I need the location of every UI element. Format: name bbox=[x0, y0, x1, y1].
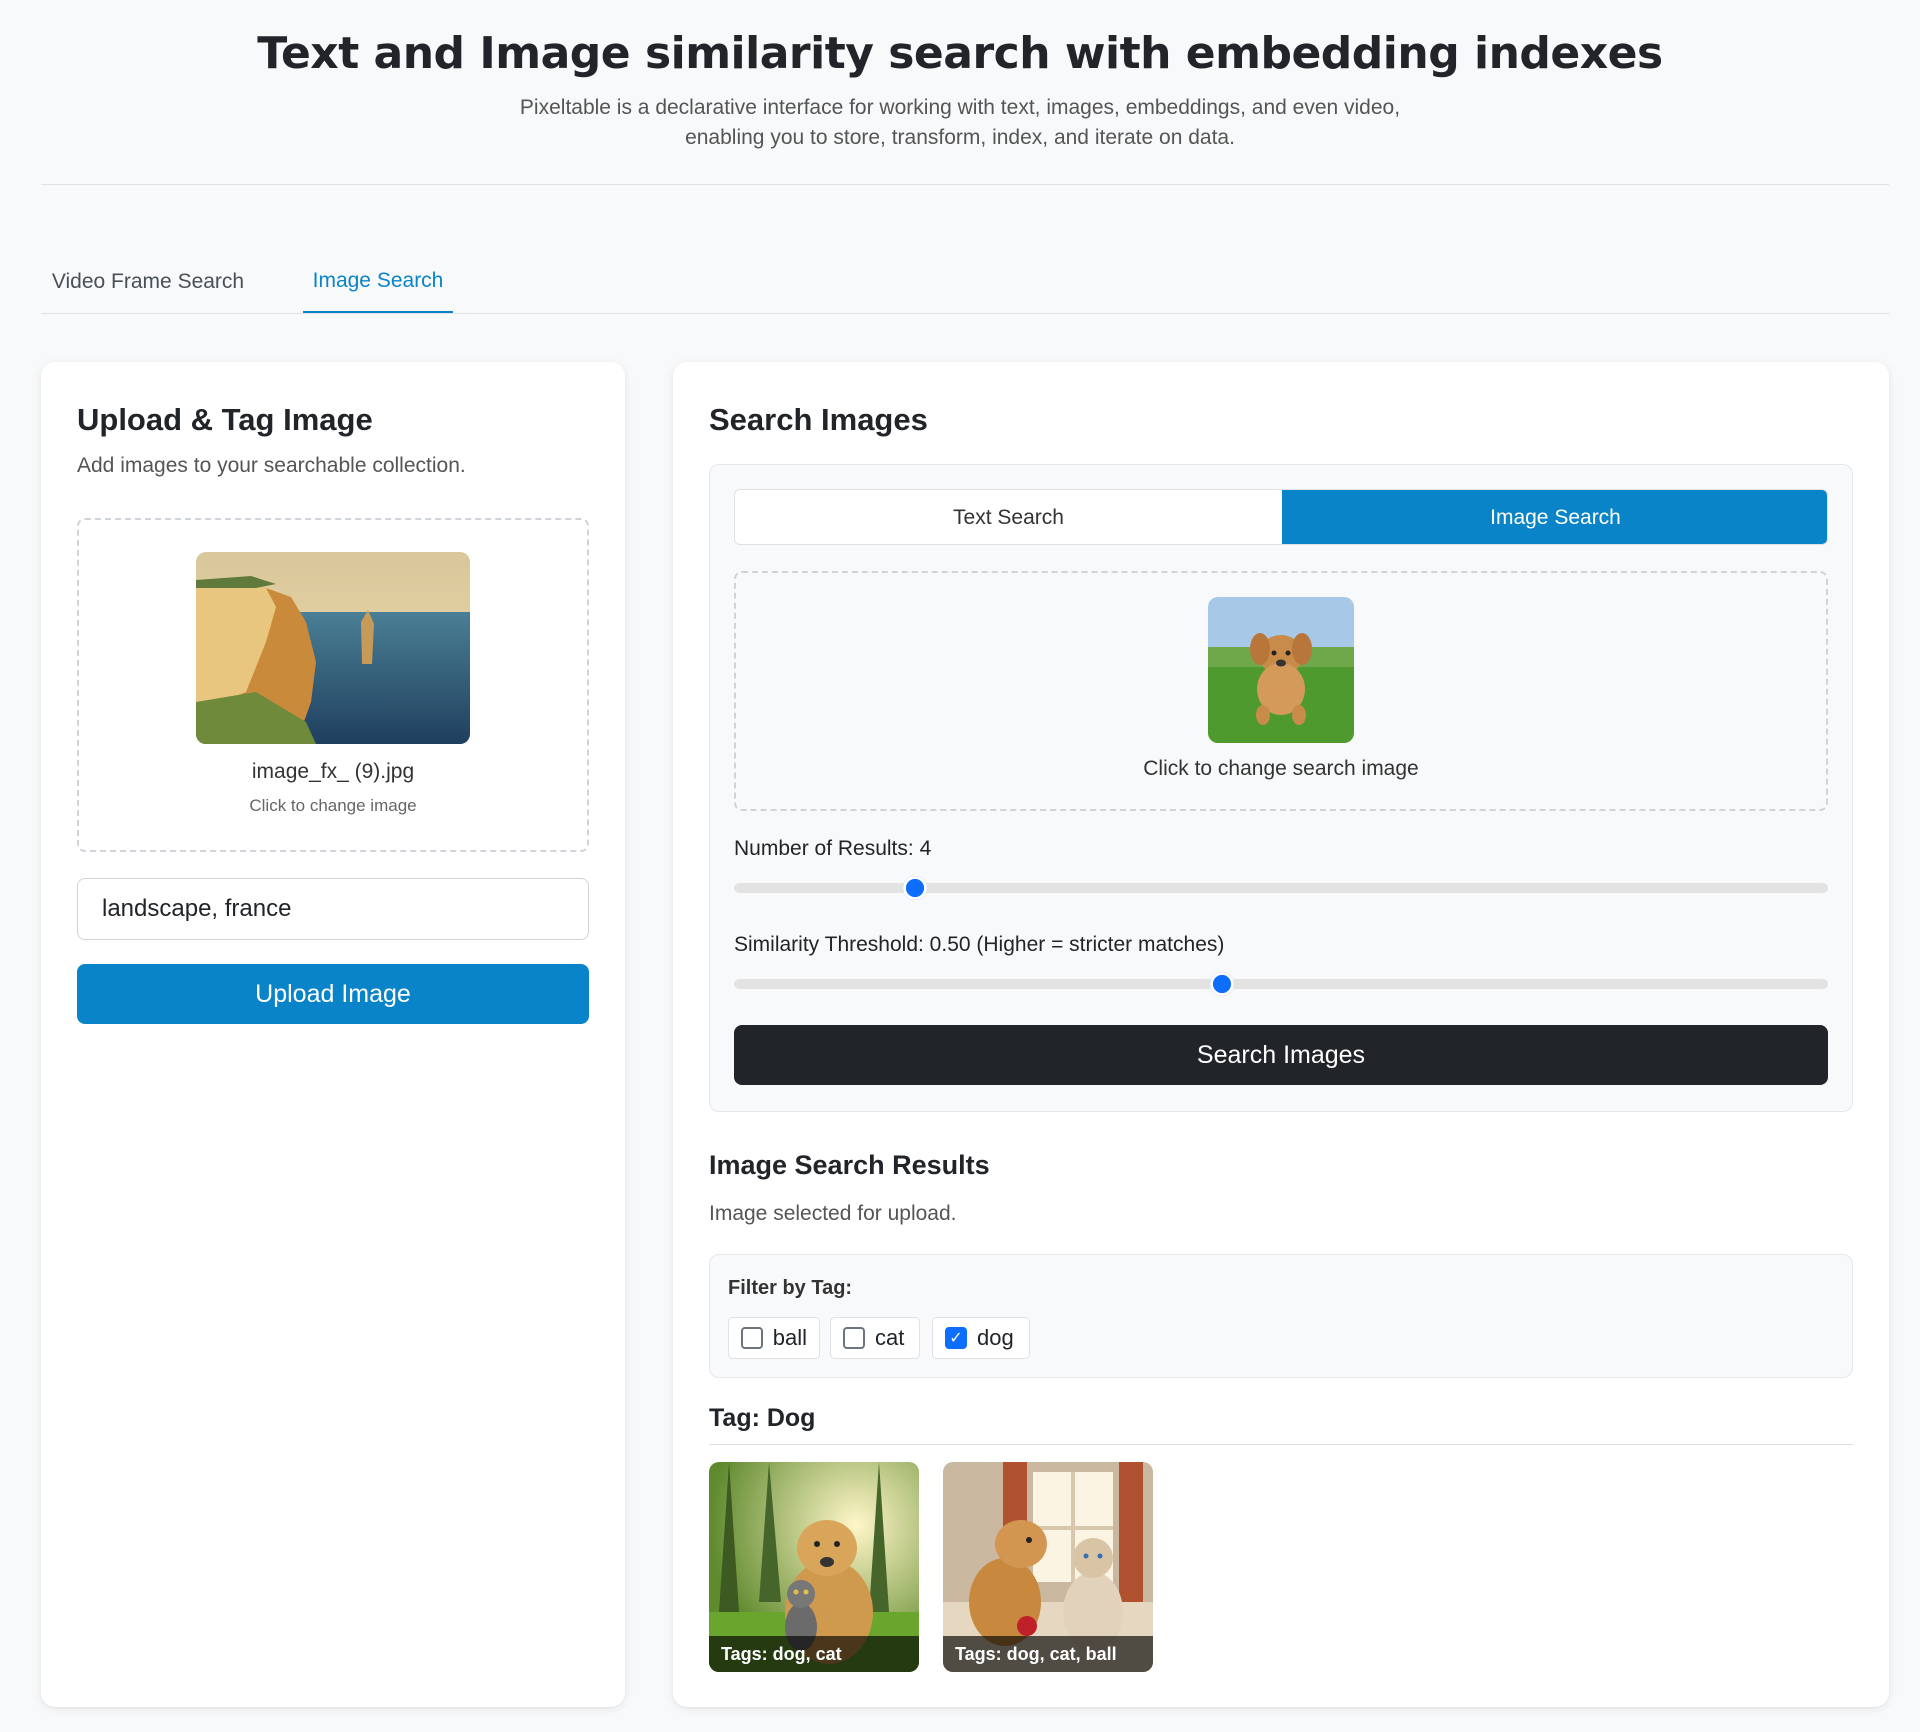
landscape-preview-image bbox=[196, 552, 470, 744]
search-image-preview bbox=[1208, 597, 1354, 743]
upload-card: Upload & Tag Image Add images to your se… bbox=[41, 362, 625, 1707]
search-title: Search Images bbox=[709, 402, 928, 437]
tags-input[interactable]: landscape, france bbox=[77, 878, 589, 940]
result-caption-2: Tags: dog, cat, ball bbox=[943, 1636, 1153, 1672]
result-image-1[interactable]: Tags: dog, cat bbox=[709, 1462, 919, 1672]
num-results-slider-thumb[interactable] bbox=[902, 876, 927, 900]
search-images-button[interactable]: Search Images bbox=[734, 1025, 1828, 1085]
page-subtitle: Pixeltable is a declarative interface fo… bbox=[519, 96, 1401, 149]
uploaded-file-name: image_fx_ (9).jpg bbox=[251, 760, 415, 783]
change-search-image-hint: Click to change search image bbox=[1143, 757, 1419, 780]
search-card: Search Images Text Search Image Search C… bbox=[673, 362, 1889, 1707]
image-dropzone[interactable]: image_fx_ (9).jpg Click to change image bbox=[77, 518, 589, 852]
tag-filter-panel: Filter by Tag: ball cat ✓ dog bbox=[709, 1254, 1853, 1378]
search-controls-panel: Text Search Image Search Click to change… bbox=[709, 464, 1853, 1112]
tabs-divider bbox=[41, 313, 1889, 314]
search-image-dropzone[interactable]: Click to change search image bbox=[734, 571, 1828, 811]
result-caption-1: Tags: dog, cat bbox=[709, 1636, 919, 1672]
filter-label-dog: dog bbox=[977, 1325, 1014, 1350]
filter-label-cat: cat bbox=[875, 1325, 905, 1350]
num-results-slider-track[interactable] bbox=[734, 883, 1828, 893]
checkbox-dog[interactable]: ✓ bbox=[945, 1327, 967, 1349]
threshold-slider-thumb[interactable] bbox=[1209, 972, 1234, 996]
results-status: Image selected for upload. bbox=[709, 1202, 957, 1225]
upload-description: Add images to your searchable collection… bbox=[77, 454, 466, 477]
checkbox-ball[interactable] bbox=[741, 1327, 763, 1349]
threshold-label: Similarity Threshold: 0.50 (Higher = str… bbox=[734, 933, 1225, 956]
result-image-2[interactable]: Tags: dog, cat, ball bbox=[943, 1462, 1153, 1672]
filter-label-ball: ball bbox=[772, 1325, 807, 1350]
tag-group-divider bbox=[709, 1444, 1853, 1445]
upload-title: Upload & Tag Image bbox=[77, 402, 373, 437]
page-header: Text and Image similarity search with em… bbox=[0, 0, 1920, 153]
filter-chip-cat[interactable]: cat bbox=[830, 1317, 920, 1359]
page-title: Text and Image similarity search with em… bbox=[257, 28, 1663, 79]
filter-chip-dog[interactable]: ✓ dog bbox=[932, 1317, 1030, 1359]
tag-group-title: Tag: Dog bbox=[709, 1404, 816, 1432]
text-search-tab[interactable]: Text Search bbox=[735, 490, 1282, 544]
image-search-tab[interactable]: Image Search bbox=[1282, 490, 1827, 544]
change-image-hint: Click to change image bbox=[249, 796, 417, 815]
uploaded-image-preview bbox=[196, 552, 470, 744]
main-tabs: Video Frame Search Image Search bbox=[41, 250, 1889, 314]
puppy-preview-image bbox=[1208, 597, 1354, 743]
threshold-slider-track[interactable] bbox=[734, 979, 1828, 989]
filter-chip-ball[interactable]: ball bbox=[728, 1317, 820, 1359]
tab-image-search[interactable]: Image Search bbox=[303, 250, 453, 314]
results-title: Image Search Results bbox=[709, 1150, 990, 1180]
filter-by-tag-label: Filter by Tag: bbox=[728, 1277, 853, 1299]
upload-image-button[interactable]: Upload Image bbox=[77, 964, 589, 1024]
tab-video-frame-search[interactable]: Video Frame Search bbox=[41, 250, 255, 314]
checkbox-cat[interactable] bbox=[843, 1327, 865, 1349]
header-divider bbox=[41, 184, 1889, 185]
search-mode-toggle: Text Search Image Search bbox=[734, 489, 1828, 545]
num-results-label: Number of Results: 4 bbox=[734, 837, 932, 860]
